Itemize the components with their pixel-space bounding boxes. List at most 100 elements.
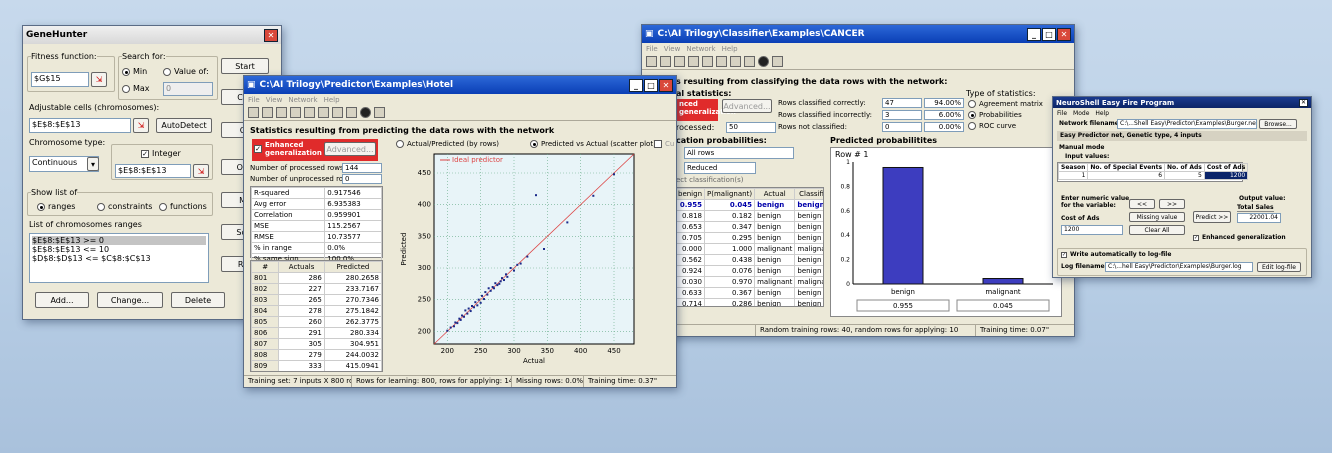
value-of-input[interactable]: 0 bbox=[163, 82, 213, 96]
table-row[interactable]: 809 333 415.0941 bbox=[251, 360, 382, 371]
table-row[interactable]: 810419414.8277 bbox=[252, 372, 382, 373]
print-icon[interactable] bbox=[346, 107, 357, 118]
menu-help[interactable]: Help bbox=[1095, 110, 1109, 117]
cell-picker-icon[interactable]: ⇲ bbox=[133, 118, 149, 133]
table-row[interactable]: 804 278 275.1842 bbox=[251, 305, 382, 317]
help-icon[interactable] bbox=[374, 107, 385, 118]
agreement-radio[interactable]: Agreement matrix bbox=[968, 100, 1043, 108]
integer-checkbox[interactable]: ✓ Integer bbox=[141, 149, 181, 158]
net-input[interactable]: C:\...Shell Easy\Predictor\Examples\Burg… bbox=[1117, 119, 1257, 129]
enhanced-generalization-box[interactable]: nced generalization bbox=[676, 99, 736, 121]
cumulative-checkbox[interactable]: Cu bbox=[654, 140, 674, 148]
menu-network[interactable]: Network bbox=[288, 96, 317, 104]
actual-predicted-radio[interactable]: Actual/Predicted (by rows) bbox=[396, 140, 499, 148]
open-icon[interactable] bbox=[248, 107, 259, 118]
menu-help[interactable]: Help bbox=[324, 96, 340, 104]
table-row[interactable]: 803 265 270.7346 bbox=[251, 294, 382, 306]
autodetect-button[interactable]: AutoDetect bbox=[156, 118, 212, 133]
table-row[interactable]: 0.0001.000malignantmalignant bbox=[675, 243, 823, 255]
book-icon[interactable] bbox=[304, 107, 315, 118]
integer-input[interactable]: $E$8:$E$13 bbox=[115, 164, 191, 178]
menu-view[interactable]: View bbox=[664, 45, 681, 53]
predict-button[interactable]: Predict >> bbox=[1193, 211, 1231, 223]
table-row[interactable]: 0.562 0.438 benign benign bbox=[675, 254, 823, 266]
train-icon[interactable] bbox=[262, 107, 273, 118]
book-icon[interactable] bbox=[702, 56, 713, 67]
grid-icon[interactable] bbox=[290, 107, 301, 118]
menu-file[interactable]: File bbox=[248, 96, 260, 104]
list-item[interactable]: $E$8:$E$13 >= 0 bbox=[32, 236, 206, 245]
save-icon[interactable] bbox=[332, 107, 343, 118]
edit-log-button[interactable]: Edit log-file bbox=[1257, 262, 1301, 272]
cell-picker-icon[interactable]: ⇲ bbox=[91, 72, 107, 87]
value-of-radio[interactable]: Value of: bbox=[163, 67, 209, 76]
table-row[interactable]: 0.924 0.076 benign benign bbox=[675, 265, 823, 277]
cell-picker-icon[interactable]: ⇲ bbox=[193, 164, 209, 178]
cancer-titlebar[interactable]: ▣ C:\AI Trilogy\Classifier\Examples\CANC… bbox=[642, 25, 1074, 43]
train-icon[interactable] bbox=[660, 56, 671, 67]
browse-button[interactable]: Browse... bbox=[1259, 119, 1297, 129]
ranges-list[interactable]: $E$8:$E$13 >= 0 $E$8:$E$13 <= 10 $D$8:$D… bbox=[29, 233, 209, 283]
close-icon[interactable]: ✕ bbox=[264, 28, 278, 42]
table-row[interactable]: 0.0300.970malignantmalignant bbox=[675, 276, 823, 288]
minimize-icon[interactable]: _ bbox=[629, 78, 643, 92]
hotel-titlebar[interactable]: ▣ C:\AI Trilogy\Predictor\Examples\Hotel… bbox=[244, 76, 676, 94]
list-item[interactable]: $D$8:$D$13 <= $C$8:$C$13 bbox=[32, 254, 206, 263]
table-row[interactable]: 805 260 262.3775 bbox=[251, 316, 382, 328]
network-icon[interactable] bbox=[716, 56, 727, 67]
info-icon[interactable] bbox=[360, 107, 371, 118]
roc-radio[interactable]: ROC curve bbox=[968, 122, 1016, 130]
input-values-table[interactable]: Season No. of Special Events No. of Ads Cos… bbox=[1057, 162, 1249, 182]
enhanced-checkbox[interactable]: ✓ Enhanced generalization bbox=[1193, 234, 1286, 241]
adjustable-cells-input[interactable]: $E$8:$E$13 bbox=[29, 118, 131, 133]
functions-radio[interactable]: functions bbox=[159, 202, 207, 211]
missing-value-button[interactable]: Missing value bbox=[1129, 212, 1185, 222]
reduced-select[interactable]: Reduced bbox=[684, 162, 756, 174]
max-radio[interactable]: Max bbox=[122, 84, 150, 93]
variable-input[interactable]: 1200 bbox=[1061, 225, 1123, 235]
table-row[interactable]: 0.705 0.295 benign benign bbox=[675, 232, 823, 244]
menu-file[interactable]: File bbox=[646, 45, 658, 53]
advanced-button[interactable]: Advanced... bbox=[324, 142, 376, 156]
menu-file[interactable]: File bbox=[1057, 110, 1067, 117]
grid-icon[interactable] bbox=[688, 56, 699, 67]
rows-select[interactable]: All rows bbox=[684, 147, 794, 159]
change-button[interactable]: Change... bbox=[97, 292, 163, 308]
minimize-icon[interactable]: _ bbox=[1027, 27, 1041, 41]
probabilities-radio[interactable]: Probabilities bbox=[968, 111, 1022, 119]
table-row[interactable]: 801 286 280.2658 bbox=[251, 272, 382, 284]
close-icon[interactable]: ✕ bbox=[659, 78, 673, 92]
advanced-button[interactable]: Advanced... bbox=[722, 99, 772, 113]
easy-fire-titlebar[interactable]: NeuroShell Easy Fire Program ✕ bbox=[1053, 97, 1311, 108]
close-icon[interactable]: ✕ bbox=[1057, 27, 1071, 41]
clear-all-button[interactable]: Clear All bbox=[1129, 225, 1185, 235]
table-row[interactable]: 802 227 233.7167 bbox=[251, 283, 382, 295]
add-button[interactable]: Add... bbox=[35, 292, 89, 308]
table-row[interactable]: 0.633 0.367 benign benign bbox=[675, 287, 823, 299]
info-icon[interactable] bbox=[758, 56, 769, 67]
table-row[interactable]: 806 291 280.334 bbox=[251, 327, 382, 339]
scatter-radio[interactable]: Predicted vs Actual (scatter plot) bbox=[530, 140, 656, 148]
start-button[interactable]: Start bbox=[221, 58, 269, 74]
help-icon[interactable] bbox=[772, 56, 783, 67]
table-row[interactable]: 0.653 0.347 benign benign bbox=[675, 221, 823, 233]
min-radio[interactable]: Min bbox=[122, 67, 147, 76]
save-icon[interactable] bbox=[730, 56, 741, 67]
probabilities-table[interactable]: benignP(malignant)ActualClassifier0.9550… bbox=[674, 187, 824, 307]
table-row[interactable]: 807 305 304.951 bbox=[251, 338, 382, 350]
constraints-radio[interactable]: constraints bbox=[97, 202, 152, 211]
menu-network[interactable]: Network bbox=[686, 45, 715, 53]
maximize-icon[interactable]: □ bbox=[644, 78, 658, 92]
print-icon[interactable] bbox=[744, 56, 755, 67]
network-icon[interactable] bbox=[318, 107, 329, 118]
table-row[interactable]: 1 6 5 1200 bbox=[1057, 171, 1249, 180]
apply-icon[interactable] bbox=[276, 107, 287, 118]
log-input[interactable]: C:\...hell Easy\Predictor\Examples\Burge… bbox=[1105, 262, 1253, 272]
ranges-radio[interactable]: ranges bbox=[37, 202, 75, 211]
table-row[interactable]: 0.955 0.045 benign benign bbox=[675, 199, 823, 211]
next-button[interactable]: >> bbox=[1159, 199, 1185, 209]
table-row[interactable]: 0.714 0.286 benign benign bbox=[675, 298, 823, 306]
open-icon[interactable] bbox=[646, 56, 657, 67]
delete-button[interactable]: Delete bbox=[171, 292, 225, 308]
maximize-icon[interactable]: □ bbox=[1042, 27, 1056, 41]
